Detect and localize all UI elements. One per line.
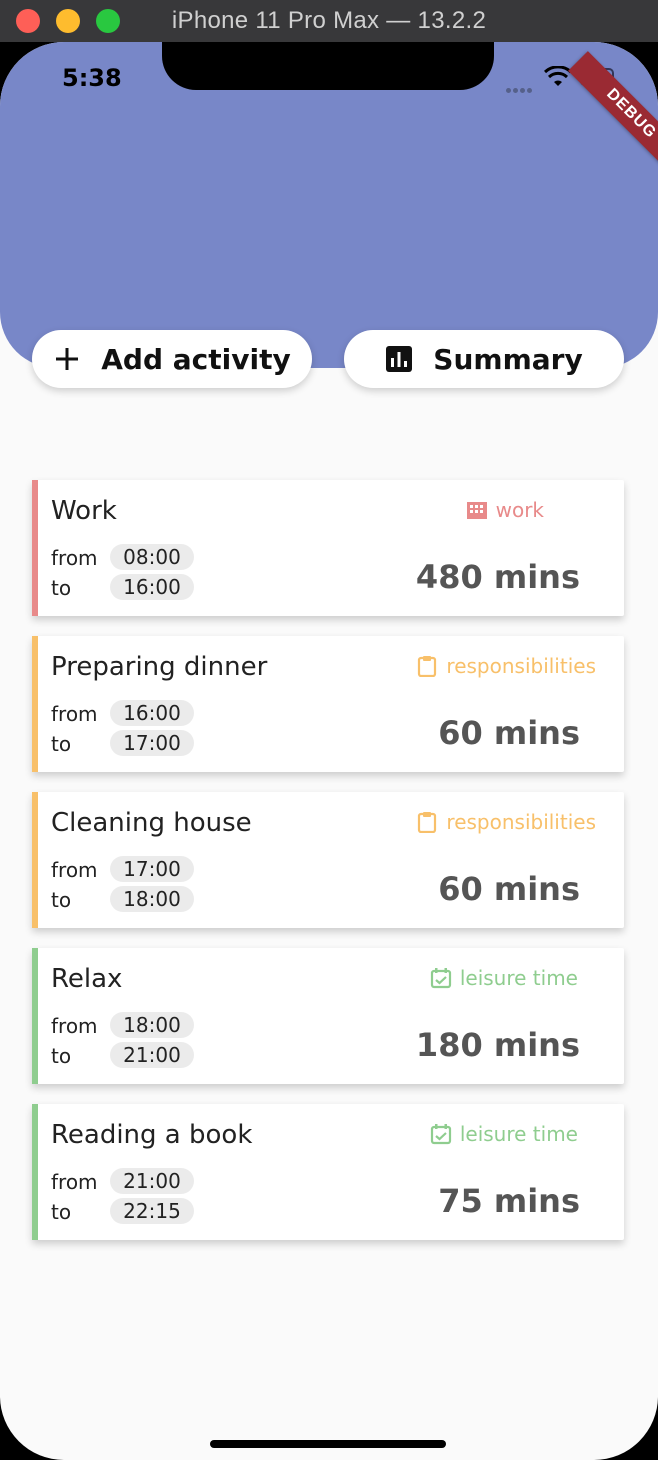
window-title-bar: iPhone 11 Pro Max — 13.2.2 bbox=[0, 0, 658, 43]
category-stripe bbox=[32, 792, 38, 928]
from-label: from bbox=[51, 702, 98, 726]
device-notch bbox=[162, 42, 494, 90]
cellular-signal-icon bbox=[506, 80, 536, 93]
plus-icon bbox=[56, 348, 79, 370]
duration: 60 mins bbox=[438, 714, 580, 752]
to-label: to bbox=[51, 732, 72, 756]
add-activity-button[interactable]: Add activity bbox=[32, 330, 312, 388]
summary-label: Summary bbox=[433, 342, 583, 376]
duration: 180 mins bbox=[415, 1026, 580, 1064]
calendar-check-icon bbox=[430, 1124, 451, 1145]
duration: 60 mins bbox=[438, 870, 580, 908]
activity-title: Work bbox=[51, 496, 117, 526]
activity-card[interactable]: Cleaning house from to 17:00 18:00 respo… bbox=[32, 792, 624, 928]
activity-card[interactable]: Relax from to 18:00 21:00 leisure time 1… bbox=[32, 948, 624, 1084]
start-time: 21:00 bbox=[110, 1168, 194, 1194]
category-label: work bbox=[495, 498, 544, 522]
category-label: leisure time bbox=[459, 966, 578, 990]
to-label: to bbox=[51, 576, 72, 600]
start-time: 17:00 bbox=[110, 856, 194, 882]
end-time: 16:00 bbox=[110, 574, 194, 600]
summary-button[interactable]: Summary bbox=[344, 330, 624, 388]
end-time: 22:15 bbox=[110, 1198, 194, 1224]
category-stripe bbox=[32, 1104, 38, 1240]
add-activity-label: Add activity bbox=[101, 342, 291, 376]
activity-title: Cleaning house bbox=[51, 808, 252, 838]
category-stripe bbox=[32, 480, 38, 616]
bar-chart-icon bbox=[386, 346, 413, 372]
end-time: 18:00 bbox=[110, 886, 194, 912]
end-time: 21:00 bbox=[110, 1042, 194, 1068]
category-stripe bbox=[32, 948, 38, 1084]
start-time: 08:00 bbox=[110, 544, 194, 570]
category-badge: leisure time bbox=[430, 1122, 578, 1146]
activity-title: Preparing dinner bbox=[51, 652, 268, 682]
status-time: 5:38 bbox=[62, 64, 122, 92]
start-time: 18:00 bbox=[110, 1012, 194, 1038]
category-badge: work bbox=[466, 498, 544, 522]
activity-title: Relax bbox=[51, 964, 123, 994]
activity-card[interactable]: Preparing dinner from to 16:00 17:00 res… bbox=[32, 636, 624, 772]
clipboard-icon bbox=[418, 656, 437, 677]
activity-card[interactable]: Reading a book from to 21:00 22:15 leisu… bbox=[32, 1104, 624, 1240]
app-display: 5:38 DEBUG Add activity Summary Work fro… bbox=[0, 42, 658, 1460]
window-title: iPhone 11 Pro Max — 13.2.2 bbox=[171, 7, 487, 34]
from-label: from bbox=[51, 858, 98, 882]
duration: 480 mins bbox=[415, 558, 580, 596]
category-label: leisure time bbox=[459, 1122, 578, 1146]
from-label: from bbox=[51, 1014, 98, 1038]
calendar-check-icon bbox=[430, 968, 451, 989]
category-badge: leisure time bbox=[430, 966, 578, 990]
category-label: responsibilities bbox=[446, 810, 596, 834]
home-indicator[interactable] bbox=[210, 1440, 446, 1448]
to-label: to bbox=[51, 1044, 72, 1068]
from-label: from bbox=[51, 1170, 98, 1194]
activity-card[interactable]: Work from to 08:00 16:00 work 480 mins bbox=[32, 480, 624, 616]
from-label: from bbox=[51, 546, 98, 570]
clipboard-icon bbox=[418, 812, 437, 833]
to-label: to bbox=[51, 1200, 72, 1224]
category-label: responsibilities bbox=[446, 654, 596, 678]
category-stripe bbox=[32, 636, 38, 772]
simulator-screen: 5:38 DEBUG Add activity Summary Work fro… bbox=[0, 42, 658, 1460]
end-time: 17:00 bbox=[110, 730, 194, 756]
category-badge: responsibilities bbox=[416, 654, 596, 678]
start-time: 16:00 bbox=[110, 700, 194, 726]
building-icon bbox=[466, 502, 487, 519]
to-label: to bbox=[51, 888, 72, 912]
duration: 75 mins bbox=[438, 1182, 580, 1220]
category-badge: responsibilities bbox=[416, 810, 596, 834]
activity-title: Reading a book bbox=[51, 1120, 253, 1150]
